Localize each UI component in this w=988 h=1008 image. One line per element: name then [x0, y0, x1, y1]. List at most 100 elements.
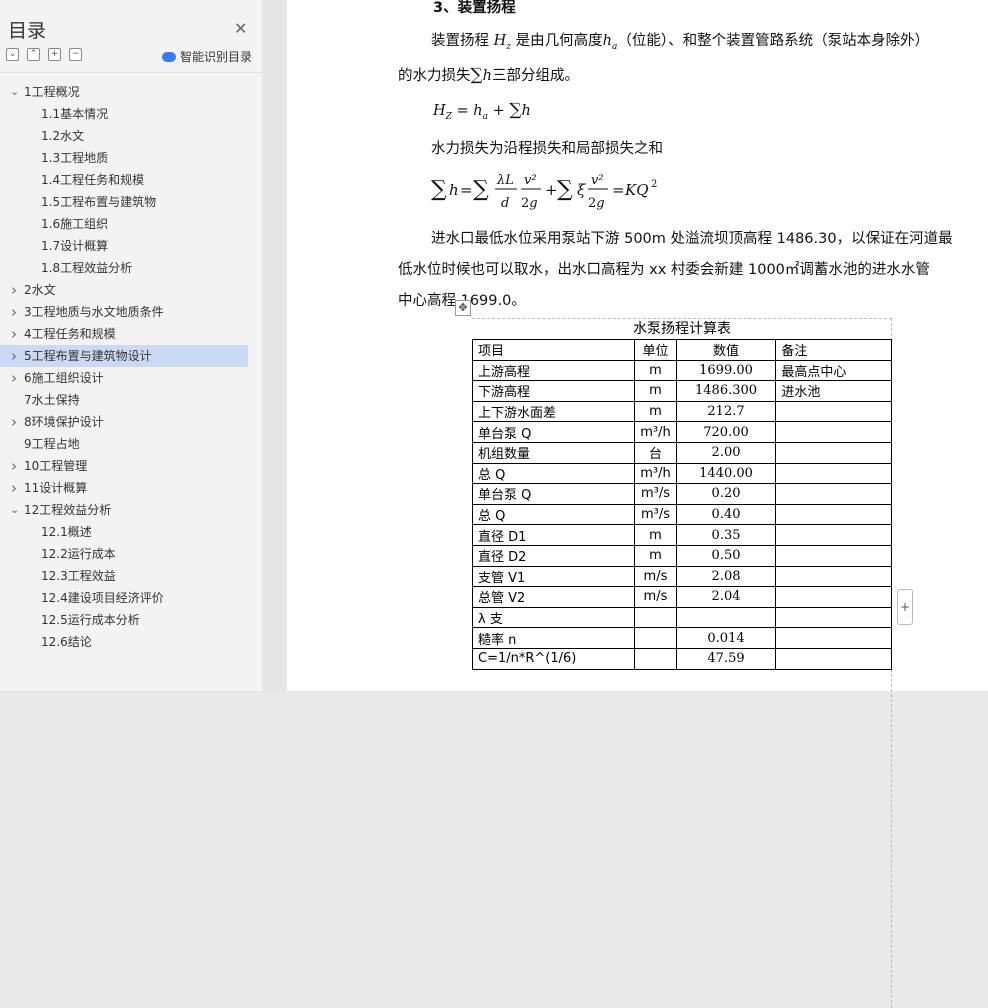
- toc-item[interactable]: 1.5工程布置与建筑物: [0, 191, 262, 213]
- chevron-right-icon[interactable]: ›: [11, 279, 17, 301]
- table-cell[interactable]: 上下游水面差: [471, 400, 636, 423]
- chevron-right-icon[interactable]: ›: [11, 345, 17, 367]
- table-cell[interactable]: [775, 565, 892, 588]
- table-cell[interactable]: [634, 606, 677, 629]
- collapse-all-icon[interactable]: ⌄: [6, 48, 19, 61]
- table-cell[interactable]: 台: [634, 441, 677, 464]
- chevron-right-icon[interactable]: ›: [11, 301, 17, 323]
- table-cell[interactable]: [775, 400, 892, 423]
- table-cell[interactable]: m³/s: [634, 503, 677, 526]
- toc-item[interactable]: › 11设计概算: [0, 477, 262, 499]
- table-cell[interactable]: 上游高程: [471, 359, 636, 382]
- move-table-icon[interactable]: ✥: [455, 300, 471, 316]
- toc-item[interactable]: 1.6施工组织: [0, 213, 262, 235]
- table-cell[interactable]: 0.20: [675, 483, 777, 505]
- chevron-right-icon[interactable]: ›: [11, 411, 17, 433]
- table-cell[interactable]: [775, 503, 892, 526]
- expand-up-icon[interactable]: ⌃: [27, 48, 40, 61]
- pane-splitter[interactable]: [262, 0, 286, 691]
- table-cell[interactable]: 2.08: [675, 565, 777, 588]
- toc-item[interactable]: › 3工程地质与水文地质条件: [0, 301, 262, 323]
- table-cell[interactable]: 单台泵 Q: [471, 421, 636, 443]
- table-header-cell[interactable]: 项目: [471, 339, 636, 361]
- toc-item[interactable]: › 4工程任务和规模: [0, 323, 262, 345]
- table-cell[interactable]: 2.00: [675, 441, 777, 464]
- pump-head-table[interactable]: 项目 单位 数值 备注 上游高程 m 1699.00 最高点中心 下游高程 m 1486.300 进水…: [471, 339, 892, 670]
- toc-item[interactable]: 12.2运行成本: [0, 543, 262, 565]
- table-header-cell[interactable]: 单位: [634, 339, 677, 361]
- chevron-right-icon[interactable]: ›: [11, 367, 17, 389]
- table-cell[interactable]: C=1/n*R^(1/6): [471, 647, 636, 670]
- table-cell[interactable]: 进水池: [775, 380, 892, 402]
- toc-item[interactable]: 7水土保持: [0, 389, 262, 411]
- table-cell[interactable]: m: [634, 380, 677, 402]
- table-cell[interactable]: [775, 462, 892, 485]
- table-cell[interactable]: 1486.300: [675, 380, 777, 402]
- remove-heading-icon[interactable]: −: [69, 48, 82, 61]
- table-cell[interactable]: [775, 483, 892, 505]
- table-cell[interactable]: m: [634, 544, 677, 567]
- toc-item[interactable]: 9工程占地: [0, 433, 262, 455]
- table-cell[interactable]: 直径 D1: [471, 524, 636, 546]
- table-cell[interactable]: 单台泵 Q: [471, 483, 636, 505]
- table-cell[interactable]: 2.04: [675, 586, 777, 608]
- table-cell[interactable]: m³/h: [634, 421, 677, 443]
- toc-item[interactable]: 12.4建设项目经济评价: [0, 587, 262, 609]
- table-cell[interactable]: 总 Q: [471, 503, 636, 526]
- table-cell[interactable]: [775, 421, 892, 443]
- table-cell[interactable]: 720.00: [675, 421, 777, 443]
- toc-item[interactable]: ⌄ 12工程效益分析: [0, 499, 262, 521]
- table-cell[interactable]: [775, 544, 892, 567]
- table-cell[interactable]: 0.50: [675, 544, 777, 567]
- chevron-down-icon[interactable]: ⌄: [10, 81, 19, 103]
- toc-item[interactable]: 12.6结论: [0, 631, 262, 653]
- table-cell[interactable]: 1699.00: [675, 359, 777, 382]
- toc-item[interactable]: › 10工程管理: [0, 455, 262, 477]
- table-cell[interactable]: [675, 606, 777, 629]
- toc-item[interactable]: › 6施工组织设计: [0, 367, 262, 389]
- table-cell[interactable]: [775, 441, 892, 464]
- table-cell[interactable]: [775, 647, 892, 670]
- table-header-cell[interactable]: 备注: [775, 339, 892, 361]
- add-column-icon[interactable]: +: [897, 589, 913, 625]
- toc-item[interactable]: 12.1概述: [0, 521, 262, 543]
- chevron-down-icon[interactable]: ⌄: [10, 499, 19, 521]
- table-cell[interactable]: [634, 627, 677, 649]
- table-cell[interactable]: 0.40: [675, 503, 777, 526]
- table-cell[interactable]: 最高点中心: [775, 359, 892, 382]
- toc-item[interactable]: 1.2水文: [0, 125, 262, 147]
- table-cell[interactable]: 总管 V2: [471, 586, 636, 608]
- table-cell[interactable]: [775, 606, 892, 629]
- table-cell[interactable]: [775, 586, 892, 608]
- toc-item[interactable]: › 8环境保护设计: [0, 411, 262, 433]
- chevron-right-icon[interactable]: ›: [11, 323, 17, 345]
- table-cell[interactable]: 0.014: [675, 627, 777, 649]
- toc-item[interactable]: 12.3工程效益: [0, 565, 262, 587]
- smart-toc-button[interactable]: 智能识别目录: [162, 48, 252, 65]
- table-cell[interactable]: 直径 D2: [471, 544, 636, 567]
- table-cell[interactable]: m/s: [634, 586, 677, 608]
- table-cell[interactable]: m³/s: [634, 483, 677, 505]
- table-cell[interactable]: m³/h: [634, 462, 677, 485]
- table-cell[interactable]: m: [634, 524, 677, 546]
- toc-item[interactable]: › 5工程布置与建筑物设计: [0, 345, 248, 367]
- table-cell[interactable]: [634, 647, 677, 670]
- table-cell[interactable]: 机组数量: [471, 441, 636, 464]
- table-cell[interactable]: 47.59: [675, 647, 777, 670]
- table-cell[interactable]: [775, 627, 892, 649]
- chevron-right-icon[interactable]: ›: [11, 477, 17, 499]
- table-cell[interactable]: 糙率 n: [471, 627, 636, 649]
- table-cell[interactable]: 支管 V1: [471, 565, 636, 588]
- toc-item[interactable]: › 2水文: [0, 279, 262, 301]
- table-cell[interactable]: m: [634, 400, 677, 423]
- toc-item[interactable]: 12.5运行成本分析: [0, 609, 262, 631]
- toc-item[interactable]: ⌄ 1工程概况: [0, 81, 262, 103]
- chevron-right-icon[interactable]: ›: [11, 455, 17, 477]
- toc-item[interactable]: 1.3工程地质: [0, 147, 262, 169]
- table-header-cell[interactable]: 数值: [675, 339, 777, 361]
- table-cell[interactable]: 212.7: [675, 400, 777, 423]
- table-cell[interactable]: 0.35: [675, 524, 777, 546]
- table-cell[interactable]: λ 支: [471, 606, 636, 629]
- add-heading-icon[interactable]: +: [48, 48, 61, 61]
- table-cell[interactable]: 下游高程: [471, 380, 636, 402]
